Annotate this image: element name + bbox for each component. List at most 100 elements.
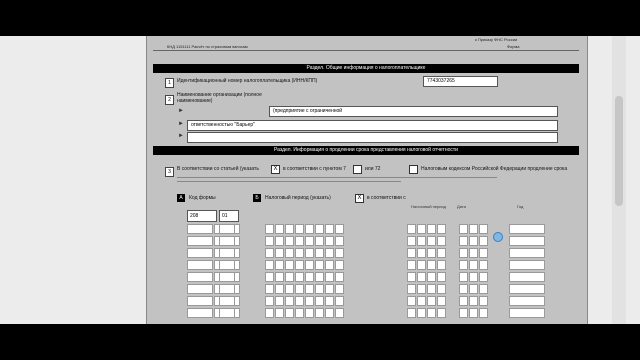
grid-cell[interactable] — [325, 236, 334, 246]
grid-cell[interactable] — [427, 308, 436, 318]
grid-cell[interactable] — [417, 248, 426, 258]
grid-cell[interactable] — [479, 248, 488, 258]
grid-cell[interactable] — [305, 296, 314, 306]
grid-cell[interactable] — [219, 248, 235, 258]
grid-cell[interactable] — [437, 260, 446, 270]
grid-cell[interactable] — [305, 272, 314, 282]
grid-cell[interactable] — [295, 308, 304, 318]
form-code-field-1[interactable]: 208 — [187, 210, 217, 222]
grid-cell[interactable] — [437, 224, 446, 234]
grid-cell[interactable] — [325, 272, 334, 282]
grid-cell[interactable] — [325, 248, 334, 258]
grid-cell[interactable] — [417, 284, 426, 294]
grid-cell[interactable] — [315, 248, 324, 258]
grid-cell[interactable] — [265, 260, 274, 270]
grid-cell[interactable] — [469, 296, 478, 306]
grid-cell[interactable] — [479, 296, 488, 306]
grid-cell[interactable] — [459, 284, 468, 294]
grid-cell[interactable] — [187, 224, 213, 234]
grid-cell[interactable] — [219, 272, 235, 282]
grid-cell[interactable] — [335, 296, 344, 306]
grid-cell[interactable] — [285, 284, 294, 294]
grid-cell[interactable] — [407, 272, 416, 282]
grid-cell[interactable] — [335, 308, 344, 318]
scrollbar-thumb[interactable] — [615, 96, 623, 206]
grid-cell[interactable] — [407, 296, 416, 306]
grid-cell[interactable] — [285, 308, 294, 318]
grid-cell[interactable] — [469, 248, 478, 258]
grid-cell[interactable] — [219, 236, 235, 246]
grid-cell[interactable] — [265, 224, 274, 234]
grid-cell[interactable] — [427, 272, 436, 282]
option2-checkbox[interactable] — [353, 165, 362, 174]
grid-cell[interactable] — [325, 296, 334, 306]
grid-cell[interactable] — [479, 236, 488, 246]
grid-cell[interactable] — [459, 236, 468, 246]
grid-cell[interactable] — [407, 284, 416, 294]
grid-cell[interactable] — [335, 236, 344, 246]
grid-cell[interactable] — [315, 272, 324, 282]
grid-cell[interactable] — [479, 224, 488, 234]
grid-cell[interactable] — [315, 236, 324, 246]
grid-cell[interactable] — [325, 260, 334, 270]
grid-cell[interactable] — [427, 296, 436, 306]
grid-cell[interactable] — [437, 272, 446, 282]
grid-cell[interactable] — [305, 284, 314, 294]
grid-cell[interactable] — [479, 260, 488, 270]
grid-cell[interactable] — [305, 248, 314, 258]
grid-cell[interactable] — [325, 284, 334, 294]
grid-cell[interactable] — [407, 236, 416, 246]
grid-cell[interactable] — [295, 224, 304, 234]
grid-cell[interactable] — [265, 308, 274, 318]
grid-cell[interactable] — [459, 248, 468, 258]
grid-cell[interactable] — [187, 272, 213, 282]
inn-field[interactable]: 7743037265 — [423, 76, 498, 87]
grid-cell[interactable] — [459, 272, 468, 282]
grid-cell[interactable] — [335, 224, 344, 234]
name-field-line1[interactable]: (предприятие с ограниченной — [269, 106, 558, 117]
grid-cell[interactable] — [187, 236, 213, 246]
grid-cell[interactable] — [479, 272, 488, 282]
grid-cell[interactable] — [325, 308, 334, 318]
grid-cell[interactable] — [285, 236, 294, 246]
grid-cell[interactable] — [509, 284, 545, 294]
grid-cell[interactable] — [275, 224, 284, 234]
grid-cell[interactable] — [265, 248, 274, 258]
grid-cell[interactable] — [417, 260, 426, 270]
grid-cell[interactable] — [219, 308, 235, 318]
grid-cell[interactable] — [407, 224, 416, 234]
grid-cell[interactable] — [509, 236, 545, 246]
grid-cell[interactable] — [187, 260, 213, 270]
grid-cell[interactable] — [407, 248, 416, 258]
grid-cell[interactable] — [295, 260, 304, 270]
grid-cell[interactable] — [285, 260, 294, 270]
grid-cell[interactable] — [335, 284, 344, 294]
grid-cell[interactable] — [417, 236, 426, 246]
grid-cell[interactable] — [427, 224, 436, 234]
grid-cell[interactable] — [295, 296, 304, 306]
grid-cell[interactable] — [459, 260, 468, 270]
grid-cell[interactable] — [187, 248, 213, 258]
grid-cell[interactable] — [437, 296, 446, 306]
grid-cell[interactable] — [265, 236, 274, 246]
grid-cell[interactable] — [509, 224, 545, 234]
grid-cell[interactable] — [305, 260, 314, 270]
form-code-field-2[interactable]: 01 — [219, 210, 239, 222]
grid-cell[interactable] — [417, 296, 426, 306]
grid-cell[interactable] — [509, 296, 545, 306]
grid-cell[interactable] — [427, 248, 436, 258]
grid-cell[interactable] — [275, 284, 284, 294]
grid-cell[interactable] — [285, 272, 294, 282]
grid-cell[interactable] — [469, 308, 478, 318]
grid-cell[interactable] — [275, 296, 284, 306]
grid-cell[interactable] — [187, 308, 213, 318]
grid-cell[interactable] — [459, 296, 468, 306]
grid-cell[interactable] — [285, 248, 294, 258]
grid-cell[interactable] — [295, 272, 304, 282]
grid-cell[interactable] — [407, 308, 416, 318]
name-field-line3[interactable] — [187, 132, 558, 143]
grid-cell[interactable] — [295, 248, 304, 258]
grid-cell[interactable] — [275, 260, 284, 270]
grid-cell[interactable] — [295, 284, 304, 294]
grid-cell[interactable] — [437, 248, 446, 258]
